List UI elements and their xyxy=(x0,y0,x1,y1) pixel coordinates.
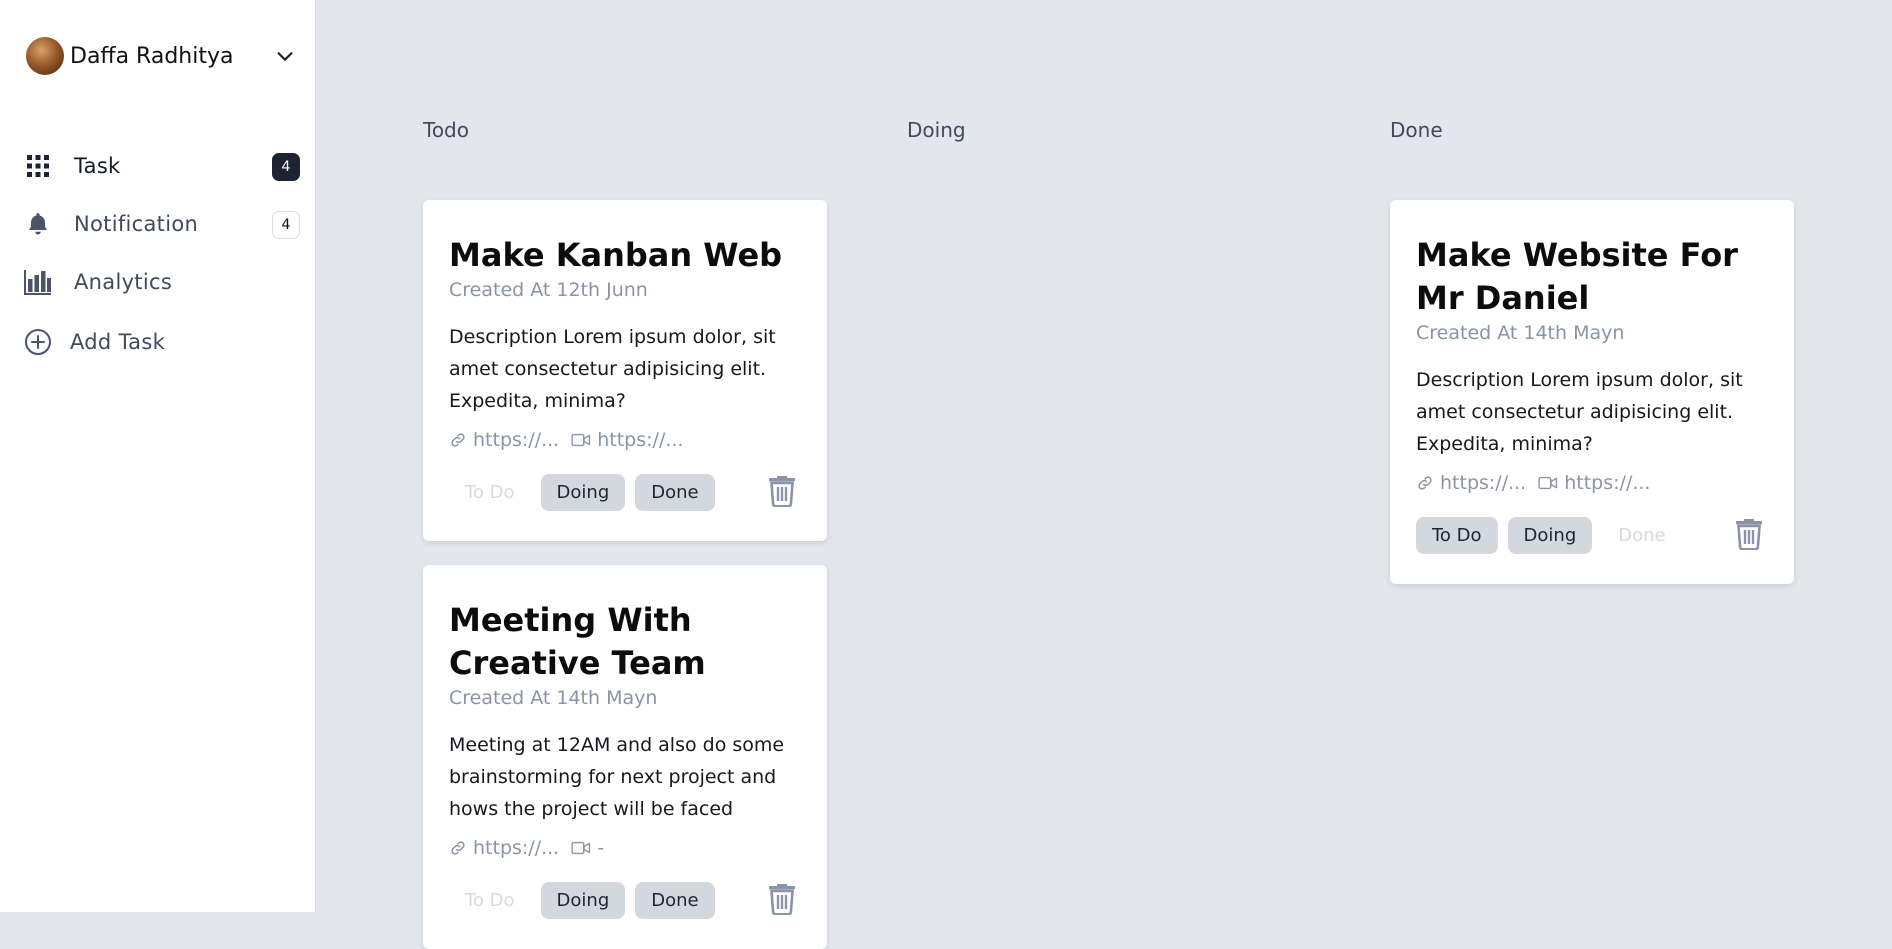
add-task-button[interactable]: Add Task xyxy=(24,328,165,356)
sidebar-item-task[interactable]: Task 4 xyxy=(24,145,300,187)
task-description: Description Lorem ipsum dolor, sit amet … xyxy=(449,326,776,412)
trash-icon[interactable] xyxy=(767,881,797,915)
task-card: Meeting With Creative Team Created At 14… xyxy=(423,565,827,949)
link-icon xyxy=(451,433,465,447)
task-link[interactable]: https://... xyxy=(1416,472,1526,494)
notification-count-badge: 4 xyxy=(272,211,300,239)
trash-icon[interactable] xyxy=(1734,516,1764,550)
task-link-text: https://... xyxy=(1440,472,1527,494)
column-title-doing: Doing xyxy=(907,118,966,142)
bell-icon xyxy=(24,210,52,238)
user-menu[interactable]: Daffa Radhitya xyxy=(26,36,300,76)
user-name: Daffa Radhitya xyxy=(70,43,234,69)
move-done-button[interactable]: Done xyxy=(635,881,715,919)
grid-icon xyxy=(24,152,52,180)
sidebar-item-notification[interactable]: Notification 4 xyxy=(24,203,300,245)
task-links: https://... https://... xyxy=(449,429,801,451)
task-link-text: https://... xyxy=(473,429,560,451)
task-count-badge: 4 xyxy=(272,153,300,181)
sidebar-item-label: Analytics xyxy=(74,270,173,294)
task-description: Meeting at 12AM and also do some brainst… xyxy=(449,734,785,820)
video-icon xyxy=(571,433,591,447)
task-video-link[interactable]: https://... xyxy=(571,429,683,451)
task-title: Meeting With Creative Team xyxy=(449,601,706,682)
sidebar-item-analytics[interactable]: Analytics xyxy=(24,261,300,303)
column-title-todo: Todo xyxy=(423,118,469,142)
task-video-text: https://... xyxy=(597,429,684,451)
task-video-text: https://... xyxy=(1564,472,1651,494)
trash-icon[interactable] xyxy=(767,473,797,507)
task-actions: To Do Doing Done xyxy=(449,473,801,511)
task-link[interactable]: https://... xyxy=(449,837,559,859)
task-created-date: Created At 12th Junn xyxy=(449,279,648,301)
task-links: https://... https://... xyxy=(1416,472,1768,494)
column-title-done: Done xyxy=(1390,118,1443,142)
task-card: Make Website For Mr Daniel Created At 14… xyxy=(1390,200,1794,584)
move-todo-button[interactable]: To Do xyxy=(1416,516,1498,554)
chevron-down-icon[interactable] xyxy=(274,45,296,67)
task-links: https://... - xyxy=(449,837,801,859)
move-doing-button[interactable]: Doing xyxy=(1507,516,1593,554)
plus-circle-icon xyxy=(24,328,52,356)
task-title: Make Kanban Web xyxy=(449,236,783,274)
move-todo-button: To Do xyxy=(449,474,531,511)
link-icon xyxy=(451,841,465,855)
video-icon xyxy=(571,841,591,855)
chart-bar-icon xyxy=(24,268,52,296)
task-link-text: https://... xyxy=(473,837,560,859)
sidebar-nav: Task 4 Notification 4 Analytics xyxy=(24,145,300,319)
move-done-button[interactable]: Done xyxy=(635,473,715,511)
task-video-link[interactable]: https://... xyxy=(1538,472,1650,494)
video-icon xyxy=(1538,476,1558,490)
sidebar: Daffa Radhitya Task 4 Notification 4 Ana… xyxy=(0,0,316,912)
task-description: Description Lorem ipsum dolor, sit amet … xyxy=(1416,369,1743,455)
avatar xyxy=(26,37,64,75)
sidebar-item-label: Task xyxy=(74,154,121,178)
task-actions: To Do Doing Done xyxy=(1416,516,1768,554)
link-icon xyxy=(1418,476,1432,490)
task-created-date: Created At 14th Mayn xyxy=(449,687,658,709)
task-video-text: - xyxy=(597,837,605,859)
task-title: Make Website For Mr Daniel xyxy=(1416,236,1738,317)
move-todo-button: To Do xyxy=(449,882,531,919)
move-doing-button[interactable]: Doing xyxy=(540,881,626,919)
sidebar-item-label: Notification xyxy=(74,212,199,236)
move-doing-button[interactable]: Doing xyxy=(540,473,626,511)
task-created-date: Created At 14th Mayn xyxy=(1416,322,1625,344)
add-task-label: Add Task xyxy=(70,330,166,354)
task-link[interactable]: https://... xyxy=(449,429,559,451)
task-actions: To Do Doing Done xyxy=(449,881,801,919)
move-done-button: Done xyxy=(1602,517,1681,554)
task-video-link[interactable]: - xyxy=(571,837,604,859)
task-card: Make Kanban Web Created At 12th Junn Des… xyxy=(423,200,827,541)
